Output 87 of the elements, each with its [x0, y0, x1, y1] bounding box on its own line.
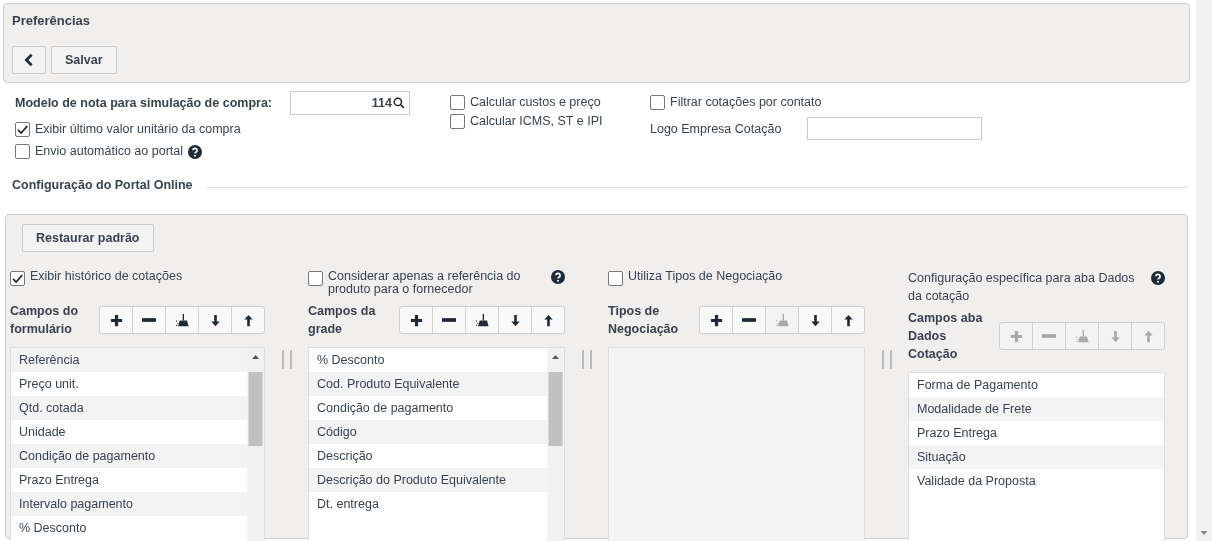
- list-item[interactable]: Validade da Proposta: [909, 469, 1164, 493]
- splitter-handle-icon[interactable]: [281, 350, 292, 369]
- field-label: Logo Empresa Cotação: [650, 121, 783, 136]
- move-down-button[interactable]: [498, 306, 532, 334]
- list-item[interactable]: Intervalo pagamento: [11, 492, 247, 516]
- minus-icon: [742, 318, 756, 322]
- add-button[interactable]: [399, 306, 433, 334]
- checkbox-label: Calcular custos e preço: [470, 95, 601, 110]
- checkbox-label: Filtrar cotações por contato: [670, 95, 822, 110]
- list-item[interactable]: Prazo Entrega: [11, 468, 247, 492]
- broom-icon: [774, 312, 790, 328]
- add-button[interactable]: [99, 306, 133, 334]
- broom-icon: [474, 312, 490, 328]
- list-item[interactable]: Unidade: [11, 420, 247, 444]
- save-button[interactable]: Salvar: [51, 46, 117, 74]
- list-item[interactable]: Preço unit.: [11, 372, 247, 396]
- checkbox[interactable]: [10, 271, 25, 286]
- move-up-button[interactable]: [231, 306, 265, 334]
- checkbox[interactable]: [15, 122, 30, 137]
- checkbox[interactable]: [450, 95, 465, 110]
- list-item[interactable]: Forma de Pagamento: [909, 373, 1164, 397]
- field-label: Modelo de nota para simulação de compra:: [15, 96, 273, 110]
- list-item[interactable]: Situação: [909, 445, 1164, 469]
- splitter-handle-icon[interactable]: [881, 350, 892, 369]
- field-group-label: Campos do formulário: [10, 303, 80, 338]
- help-icon[interactable]: [188, 144, 202, 159]
- checkbox[interactable]: [650, 95, 665, 110]
- plus-icon: [1008, 328, 1024, 344]
- model-input-field[interactable]: 114: [290, 91, 410, 115]
- list-item[interactable]: Prazo Entrega: [909, 421, 1164, 445]
- list-item[interactable]: % Desconto: [309, 348, 547, 372]
- search-icon[interactable]: [393, 97, 405, 109]
- section-note: Configuração específica para aba Dados da cotação: [908, 270, 1136, 305]
- help-icon[interactable]: [1151, 271, 1165, 285]
- field-group-label: Campos aba Dados Cotação: [908, 310, 984, 363]
- plus-icon: [108, 312, 124, 328]
- splitter-handle-icon[interactable]: [581, 350, 592, 369]
- checkbox-label: Envio automático ao portal: [35, 144, 183, 159]
- restore-defaults-button[interactable]: Restaurar padrão: [22, 224, 154, 252]
- checkbox-label: Considerar apenas a referência do produto para o fornecedor: [328, 270, 522, 296]
- checkbox-label: Exibir último valor unitário da compra: [35, 122, 241, 137]
- broom-icon: [1074, 328, 1090, 344]
- list-item[interactable]: % Desconto: [11, 516, 247, 540]
- scrollbar-drawing[interactable]: [1196, 0, 1212, 541]
- checkbox[interactable]: [608, 271, 623, 286]
- checkbox[interactable]: [450, 114, 465, 129]
- list-item[interactable]: Descrição do Produto Equivalente: [309, 468, 547, 492]
- logo-input-field[interactable]: [807, 117, 982, 140]
- field-list[interactable]: % Desconto Cod. Produto Equivalente Condição de pagamento Código Descrição Descrição do Produto Equivalente Dt. entrega: [308, 347, 565, 541]
- field-list[interactable]: Forma de Pagamento Modalidade de Frete Prazo Entrega Situação Validade da Proposta: [908, 372, 1165, 541]
- move-down-button[interactable]: [798, 306, 832, 334]
- section-title: Configuração do Portal Online: [12, 178, 193, 192]
- checkbox[interactable]: [308, 271, 323, 286]
- list-item[interactable]: Modalidade de Frete: [909, 397, 1164, 421]
- list-item[interactable]: Qtd. cotada: [11, 396, 247, 420]
- list-item[interactable]: Código: [309, 420, 547, 444]
- back-button[interactable]: [12, 46, 46, 74]
- field-group-label: Tipos de Negociação: [608, 303, 680, 338]
- remove-button[interactable]: [432, 306, 466, 334]
- remove-button[interactable]: [732, 306, 766, 334]
- list-item[interactable]: Cod. Produto Equivalente: [309, 372, 547, 396]
- checkbox-label: Exibir histórico de cotações: [30, 270, 184, 283]
- clear-button[interactable]: [465, 306, 499, 334]
- list-item[interactable]: Condição de pagamento: [11, 444, 247, 468]
- broom-icon: [174, 312, 190, 328]
- checkbox-label: Calcular ICMS, ST e IPI: [470, 114, 603, 129]
- move-up-button[interactable]: [831, 306, 865, 334]
- minus-icon: [1042, 334, 1056, 338]
- page-title: Preferências: [12, 13, 91, 29]
- move-down-button[interactable]: [198, 306, 232, 334]
- list-item[interactable]: Dt. entrega: [309, 492, 547, 516]
- plus-icon: [408, 312, 424, 328]
- help-icon[interactable]: [551, 270, 565, 284]
- list-item[interactable]: Referência: [11, 348, 247, 372]
- list-item[interactable]: Descrição: [309, 444, 547, 468]
- clear-button[interactable]: [165, 306, 199, 334]
- checkbox-label: Utiliza Tipos de Negociação: [628, 270, 784, 283]
- add-button[interactable]: [699, 306, 733, 334]
- plus-icon: [708, 312, 724, 328]
- field-group-label: Campos da grade: [308, 303, 377, 338]
- field-list[interactable]: Referência Preço unit. Qtd. cotada Unidade Condição de pagamento Prazo Entrega Intervalo pagamento % Desconto: [10, 347, 265, 541]
- move-up-button[interactable]: [531, 306, 565, 334]
- checkbox[interactable]: [15, 144, 30, 159]
- list-item[interactable]: Condição de pagamento: [309, 396, 547, 420]
- remove-button[interactable]: [132, 306, 166, 334]
- minus-icon: [442, 318, 456, 322]
- minus-icon: [142, 318, 156, 322]
